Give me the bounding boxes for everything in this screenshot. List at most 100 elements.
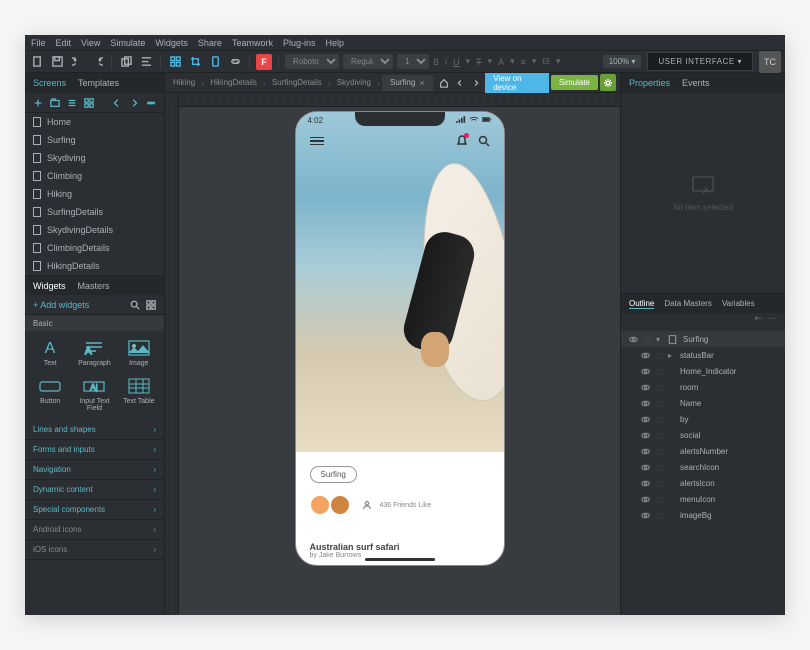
tab-widgets[interactable]: Widgets [33, 281, 66, 291]
new-icon[interactable] [29, 54, 45, 70]
redo-icon[interactable] [89, 54, 105, 70]
figma-icon[interactable]: F [256, 54, 272, 70]
nav-fwd-icon[interactable] [127, 96, 141, 110]
screen-item[interactable]: HikingDetails [25, 257, 164, 275]
widget-input[interactable]: A|Input Text Field [73, 373, 115, 416]
simulate-button[interactable]: Simulate [551, 75, 598, 90]
menu-icon[interactable] [310, 137, 324, 146]
menu-file[interactable]: File [31, 38, 46, 48]
screen-item[interactable]: ClimbingDetails [25, 239, 164, 257]
canvas[interactable]: 4:02 [165, 93, 620, 615]
back-icon[interactable] [453, 75, 467, 91]
add-widgets-button[interactable]: + Add widgets [33, 300, 89, 310]
simulate-settings-icon[interactable] [600, 74, 616, 91]
category-chip[interactable]: Surfing [310, 466, 357, 483]
breadcrumb[interactable]: HikingDetails [206, 78, 261, 87]
menu-view[interactable]: View [81, 38, 100, 48]
menu-help[interactable]: Help [325, 38, 344, 48]
valign-icon[interactable]: ⊟ [542, 56, 550, 67]
add-screen-icon[interactable] [31, 96, 45, 110]
zoom-level[interactable]: 100% ▾ [603, 55, 642, 68]
outline-item[interactable]: ⬚alertsIcon [621, 475, 785, 491]
undo-icon[interactable] [69, 54, 85, 70]
underline-icon[interactable]: U [453, 57, 460, 67]
basic-header[interactable]: Basic [25, 315, 164, 331]
close-tab-icon[interactable]: × [419, 78, 424, 88]
device-frame[interactable]: 4:02 [295, 111, 505, 566]
tab-events[interactable]: Events [682, 78, 710, 88]
outline-item[interactable]: ⬚menuIcon [621, 491, 785, 507]
screen-item[interactable]: Home [25, 113, 164, 131]
screen-item[interactable]: Skydiving [25, 149, 164, 167]
menu-simulate[interactable]: Simulate [110, 38, 145, 48]
tab-screens[interactable]: Screens [33, 78, 66, 88]
breadcrumb[interactable]: Skydiving [333, 78, 375, 87]
tab-properties[interactable]: Properties [629, 78, 670, 88]
breadcrumb[interactable]: Hiking [169, 78, 199, 87]
workspace-dropdown[interactable]: USER INTERFACE ▾ [647, 52, 753, 71]
outline-item[interactable]: ⬚social [621, 427, 785, 443]
widget-text[interactable]: AText [29, 335, 71, 371]
collapse-icon[interactable]: ⇤ [754, 313, 762, 327]
outline-item[interactable]: ⬚Home_Indicator [621, 363, 785, 379]
outline-item[interactable]: ⬚room [621, 379, 785, 395]
user-avatar[interactable]: TC [759, 51, 781, 73]
outline-item[interactable]: ⬚▾Surfing [621, 331, 785, 347]
selection-tool-icon[interactable] [167, 54, 183, 70]
widget-category[interactable]: Android icons› [25, 520, 164, 540]
search-icon[interactable] [478, 135, 490, 147]
list-view-icon[interactable] [65, 96, 79, 110]
new-folder-icon[interactable] [48, 96, 62, 110]
outline-item[interactable]: ⬚searchIcon [621, 459, 785, 475]
widget-image[interactable]: Image [118, 335, 160, 371]
home-icon[interactable] [437, 75, 451, 91]
strike-icon[interactable]: T [476, 57, 482, 67]
grid-view-icon[interactable] [82, 96, 96, 110]
menu-widgets[interactable]: Widgets [155, 38, 188, 48]
tab-outline[interactable]: Outline [629, 299, 654, 309]
mobile-icon[interactable] [207, 54, 223, 70]
font-size-select[interactable]: 14 [397, 54, 429, 69]
bold-icon[interactable]: B [433, 57, 439, 67]
link-icon[interactable] [227, 54, 243, 70]
tab-variables[interactable]: Variables [722, 299, 755, 308]
font-family-select[interactable]: Roboto [285, 54, 339, 69]
outline-item[interactable]: ⬚▸statusBar [621, 347, 785, 363]
widget-category[interactable]: Dynamic content› [25, 480, 164, 500]
align-icon[interactable] [138, 54, 154, 70]
widget-paragraph[interactable]: AParagraph [73, 335, 115, 371]
widget-category[interactable]: Lines and shapes› [25, 420, 164, 440]
more-icon[interactable]: ⋯ [768, 313, 777, 327]
breadcrumb[interactable]: SurfingDetails [268, 78, 326, 87]
screen-item[interactable]: SurfingDetails [25, 203, 164, 221]
text-color-icon[interactable]: A [498, 57, 504, 67]
active-screen-tab[interactable]: Surfing× [382, 75, 433, 91]
screen-item[interactable]: Surfing [25, 131, 164, 149]
widget-button[interactable]: Button [29, 373, 71, 416]
alerts-icon[interactable] [456, 134, 468, 148]
tab-templates[interactable]: Templates [78, 78, 119, 88]
menu-teamwork[interactable]: Teamwork [232, 38, 273, 48]
view-on-device-button[interactable]: View on device [485, 73, 549, 95]
menu-edit[interactable]: Edit [56, 38, 72, 48]
outline-item[interactable]: ⬚imageBg [621, 507, 785, 523]
italic-icon[interactable]: i [445, 57, 447, 67]
forward-icon[interactable] [469, 75, 483, 91]
outline-item[interactable]: ⬚alertsNumber [621, 443, 785, 459]
nav-back-icon[interactable] [110, 96, 124, 110]
widget-category[interactable]: iOS icons› [25, 540, 164, 560]
outline-item[interactable]: ⬚by [621, 411, 785, 427]
align-left-icon[interactable]: ≡ [521, 57, 526, 67]
widget-category[interactable]: Navigation› [25, 460, 164, 480]
screen-item[interactable]: Hiking [25, 185, 164, 203]
copy-icon[interactable] [118, 54, 134, 70]
widget-category[interactable]: Special components› [25, 500, 164, 520]
more-icon[interactable] [144, 96, 158, 110]
widget-table[interactable]: Text Table [118, 373, 160, 416]
widgets-grid-icon[interactable] [146, 300, 156, 310]
tab-data-masters[interactable]: Data Masters [664, 299, 712, 308]
screen-item[interactable]: SkydivingDetails [25, 221, 164, 239]
outline-item[interactable]: ⬚Name [621, 395, 785, 411]
menu-plugins[interactable]: Plug-ins [283, 38, 316, 48]
widget-category[interactable]: Forms and inputs› [25, 440, 164, 460]
